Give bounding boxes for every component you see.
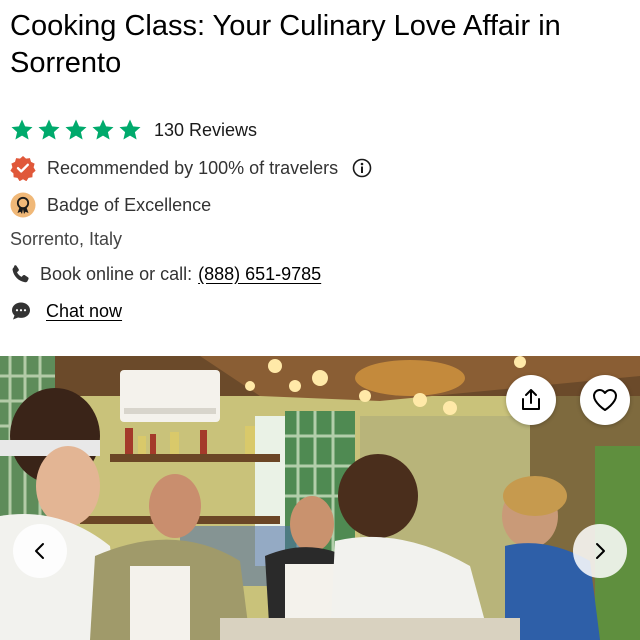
star-icon — [119, 119, 141, 140]
award-badge-icon — [10, 192, 36, 218]
chevron-left-icon — [35, 543, 44, 559]
chevron-right-icon — [596, 543, 605, 559]
chat-row: Chat now — [10, 300, 122, 322]
checkmark-badge-icon — [10, 156, 36, 181]
next-photo-button[interactable] — [573, 524, 627, 578]
location-text: Sorrento, Italy — [10, 229, 123, 249]
share-icon — [522, 389, 540, 410]
share-button[interactable] — [506, 375, 556, 425]
star-icon — [11, 119, 33, 140]
contact-row: Book online or call: (888) 651-9785 — [10, 263, 321, 285]
rating-stars — [10, 118, 142, 142]
recommendation-text: Recommended by 100% of travelers — [47, 157, 339, 178]
star-icon — [65, 119, 87, 140]
favorite-button[interactable] — [580, 375, 630, 425]
chat-bubble-icon — [12, 302, 30, 320]
phone-link[interactable]: (888) 651-9785 — [198, 264, 321, 285]
star-icon — [92, 119, 114, 140]
rating-row[interactable]: 130 Reviews — [10, 118, 257, 142]
chat-now-link[interactable]: Chat now — [46, 301, 122, 322]
recommendation-row: Recommended by 100% of travelers — [10, 155, 372, 181]
badge-text: Badge of Excellence — [47, 194, 212, 215]
book-label: Book online or call: — [40, 263, 193, 284]
phone-icon — [12, 265, 29, 283]
badge-row: Badge of Excellence — [10, 192, 211, 218]
previous-photo-button[interactable] — [13, 524, 67, 578]
gallery-photo[interactable] — [0, 356, 640, 640]
heart-icon — [593, 389, 617, 411]
star-icon — [38, 119, 60, 140]
reviews-count[interactable]: 130 Reviews — [154, 120, 257, 141]
info-icon[interactable] — [352, 158, 372, 178]
page-title: Cooking Class: Your Culinary Love Affair… — [10, 10, 561, 79]
